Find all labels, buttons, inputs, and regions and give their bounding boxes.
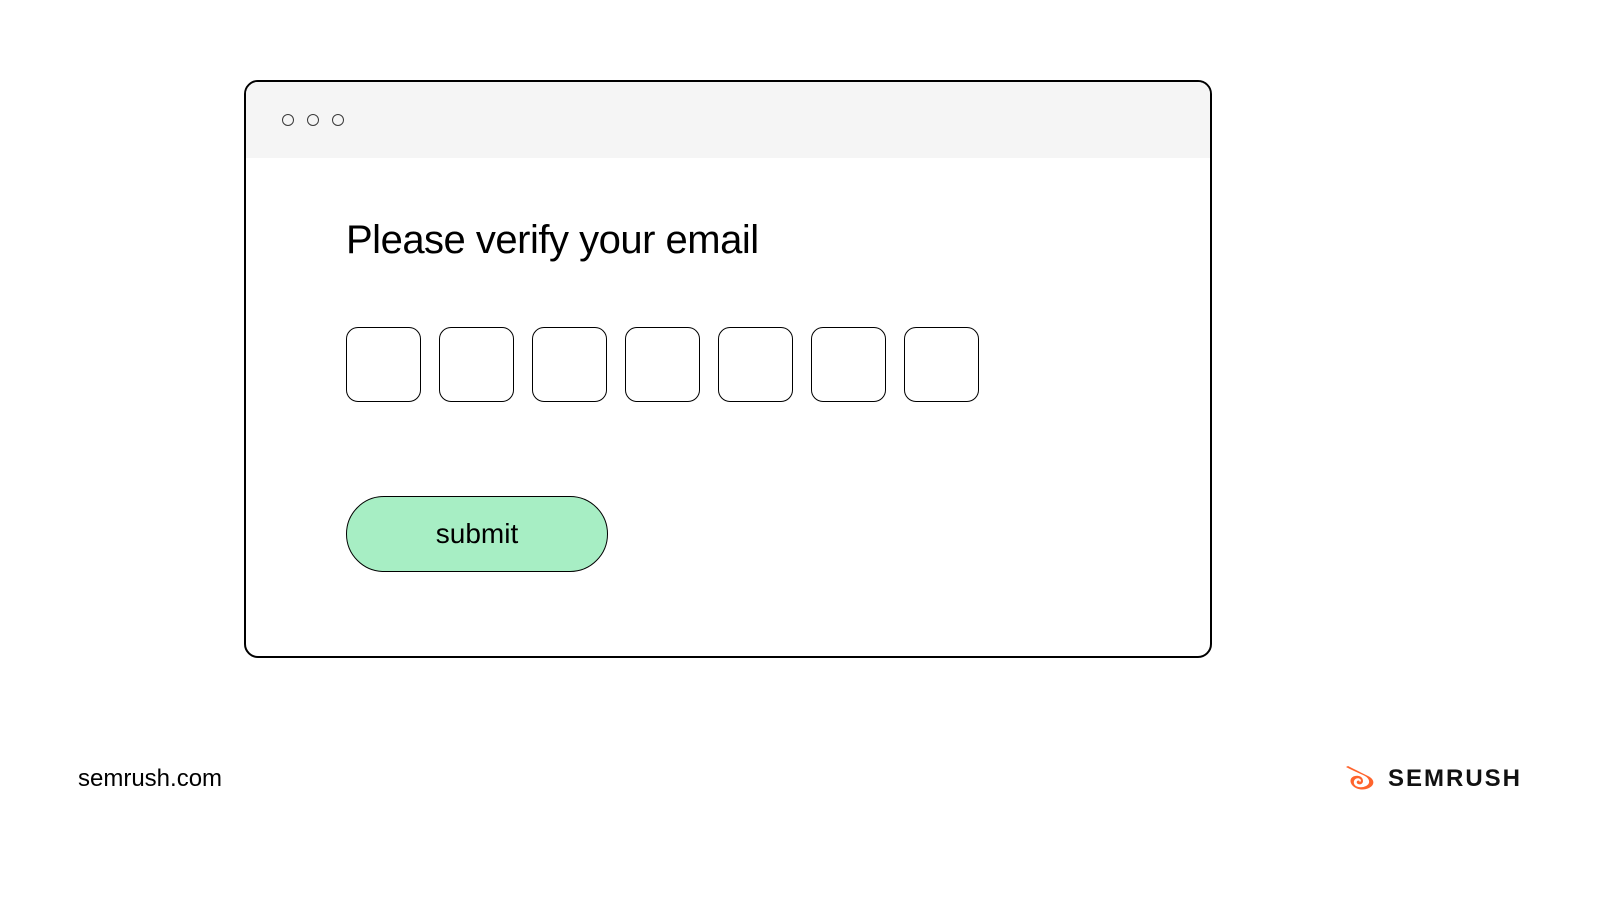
semrush-flame-icon [1342,764,1378,794]
page-footer: semrush.com SEMRUSH [0,764,1600,794]
semrush-wordmark: SEMRUSH [1388,765,1522,793]
window-title-bar [246,82,1210,158]
semrush-logo: SEMRUSH [1342,764,1522,794]
verify-email-heading: Please verify your email [346,218,1110,263]
code-digit-5[interactable] [718,327,793,402]
verification-code-inputs [346,327,1110,402]
browser-window: Please verify your email submit [244,80,1212,658]
window-control-close-icon[interactable] [282,114,294,126]
code-digit-7[interactable] [904,327,979,402]
window-control-maximize-icon[interactable] [332,114,344,126]
footer-url: semrush.com [78,765,222,793]
submit-button[interactable]: submit [346,496,608,572]
form-content: Please verify your email submit [246,158,1210,572]
window-control-minimize-icon[interactable] [307,114,319,126]
code-digit-2[interactable] [439,327,514,402]
code-digit-1[interactable] [346,327,421,402]
code-digit-4[interactable] [625,327,700,402]
code-digit-3[interactable] [532,327,607,402]
code-digit-6[interactable] [811,327,886,402]
